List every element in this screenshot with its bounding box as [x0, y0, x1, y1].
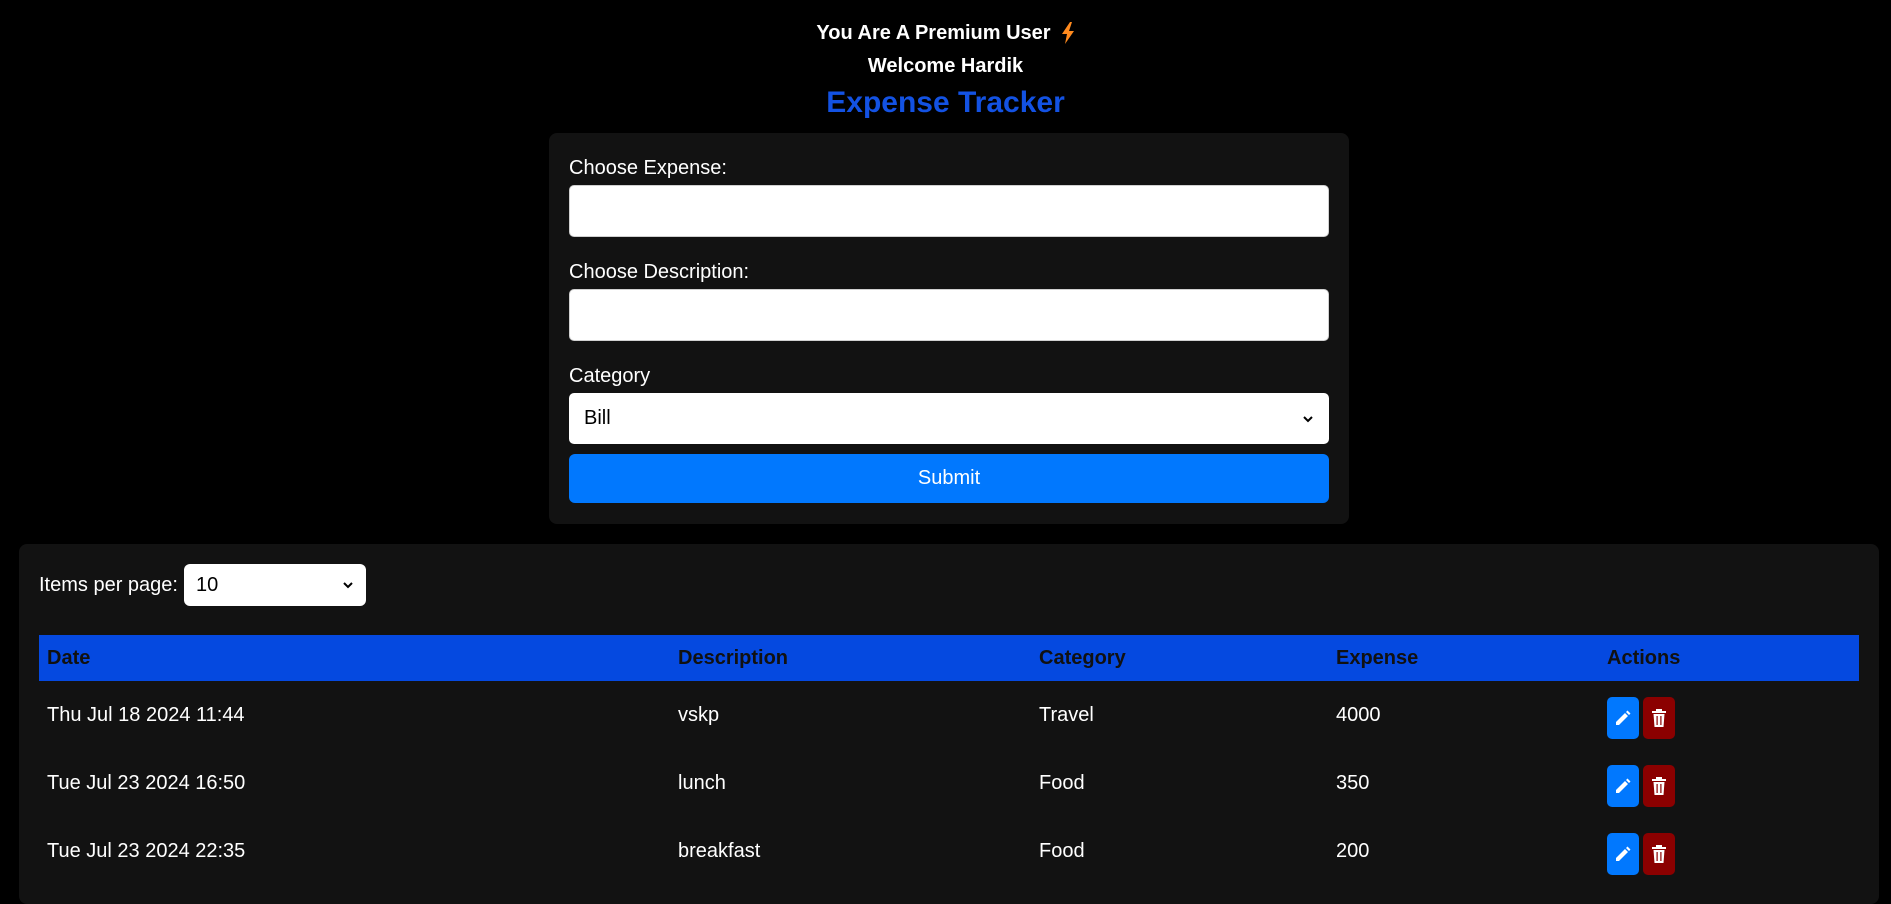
row-category: Food [1039, 839, 1085, 862]
row-expense: 350 [1336, 771, 1370, 794]
row-actions [1607, 691, 1859, 739]
table-header: Date Description Category Expense Action… [39, 635, 1859, 681]
premium-status: You Are A Premium User [816, 19, 1074, 47]
pencil-icon [1616, 846, 1631, 861]
items-per-page-label: Items per page: [39, 573, 178, 596]
expense-form: Choose Expense: Choose Description: Cate… [549, 133, 1349, 524]
row-description: breakfast [678, 839, 761, 862]
row-description: lunch [678, 771, 726, 794]
row-description: vskp [678, 703, 720, 726]
chevron-down-icon [343, 582, 353, 589]
lightning-bolt-icon [1061, 22, 1074, 44]
category-select[interactable]: Bill [569, 393, 1329, 444]
row-expense: 200 [1336, 839, 1370, 862]
column-header-date[interactable]: Date [39, 647, 678, 670]
row-category: Travel [1039, 703, 1094, 726]
row-actions [1607, 827, 1859, 875]
pencil-icon [1616, 710, 1631, 725]
column-header-category[interactable]: Category [1039, 647, 1336, 670]
column-header-actions: Actions [1607, 646, 1681, 669]
expense-label: Choose Expense: [569, 157, 727, 179]
premium-text: You Are A Premium User [816, 22, 1051, 44]
row-expense: 4000 [1336, 703, 1381, 726]
expense-table-card: Items per page: 10 Date Description Cate… [19, 544, 1879, 904]
edit-button[interactable] [1607, 765, 1639, 807]
table-row: Thu Jul 18 2024 11:44 vskp Travel 4000 [39, 681, 1859, 749]
delete-button[interactable] [1643, 697, 1675, 739]
page-title: Expense Tracker [826, 86, 1065, 119]
trash-icon [1652, 845, 1666, 863]
row-actions [1607, 759, 1859, 807]
chevron-down-icon [1303, 415, 1313, 422]
table-row: Tue Jul 23 2024 22:35 breakfast Food 200 [39, 817, 1859, 885]
description-input[interactable] [569, 289, 1329, 341]
category-label: Category [569, 365, 651, 387]
welcome-message: Welcome Hardik [867, 55, 1024, 77]
pencil-icon [1616, 778, 1631, 793]
expense-input[interactable] [569, 185, 1329, 237]
row-date: Tue Jul 23 2024 16:50 [47, 771, 246, 794]
description-label: Choose Description: [569, 261, 750, 283]
column-header-expense[interactable]: Expense [1336, 647, 1607, 670]
items-per-page: Items per page: 10 [39, 564, 366, 606]
submit-button[interactable]: Submit [569, 454, 1329, 503]
expense-table: Date Description Category Expense Action… [39, 635, 1859, 885]
table-row: Tue Jul 23 2024 16:50 lunch Food 350 [39, 749, 1859, 817]
category-selected-value: Bill [584, 407, 611, 429]
edit-button[interactable] [1607, 833, 1639, 875]
items-per-page-value: 10 [195, 573, 219, 596]
delete-button[interactable] [1643, 765, 1675, 807]
items-per-page-select[interactable]: 10 [183, 564, 366, 606]
trash-icon [1652, 777, 1666, 795]
edit-button[interactable] [1607, 697, 1639, 739]
row-date: Tue Jul 23 2024 22:35 [47, 839, 246, 862]
delete-button[interactable] [1643, 833, 1675, 875]
row-category: Food [1039, 771, 1085, 794]
page-header: You Are A Premium User Welcome Hardik Ex… [0, 0, 1891, 123]
trash-icon [1652, 709, 1666, 727]
column-header-description[interactable]: Description [678, 647, 1039, 670]
row-date: Thu Jul 18 2024 11:44 [47, 703, 245, 726]
